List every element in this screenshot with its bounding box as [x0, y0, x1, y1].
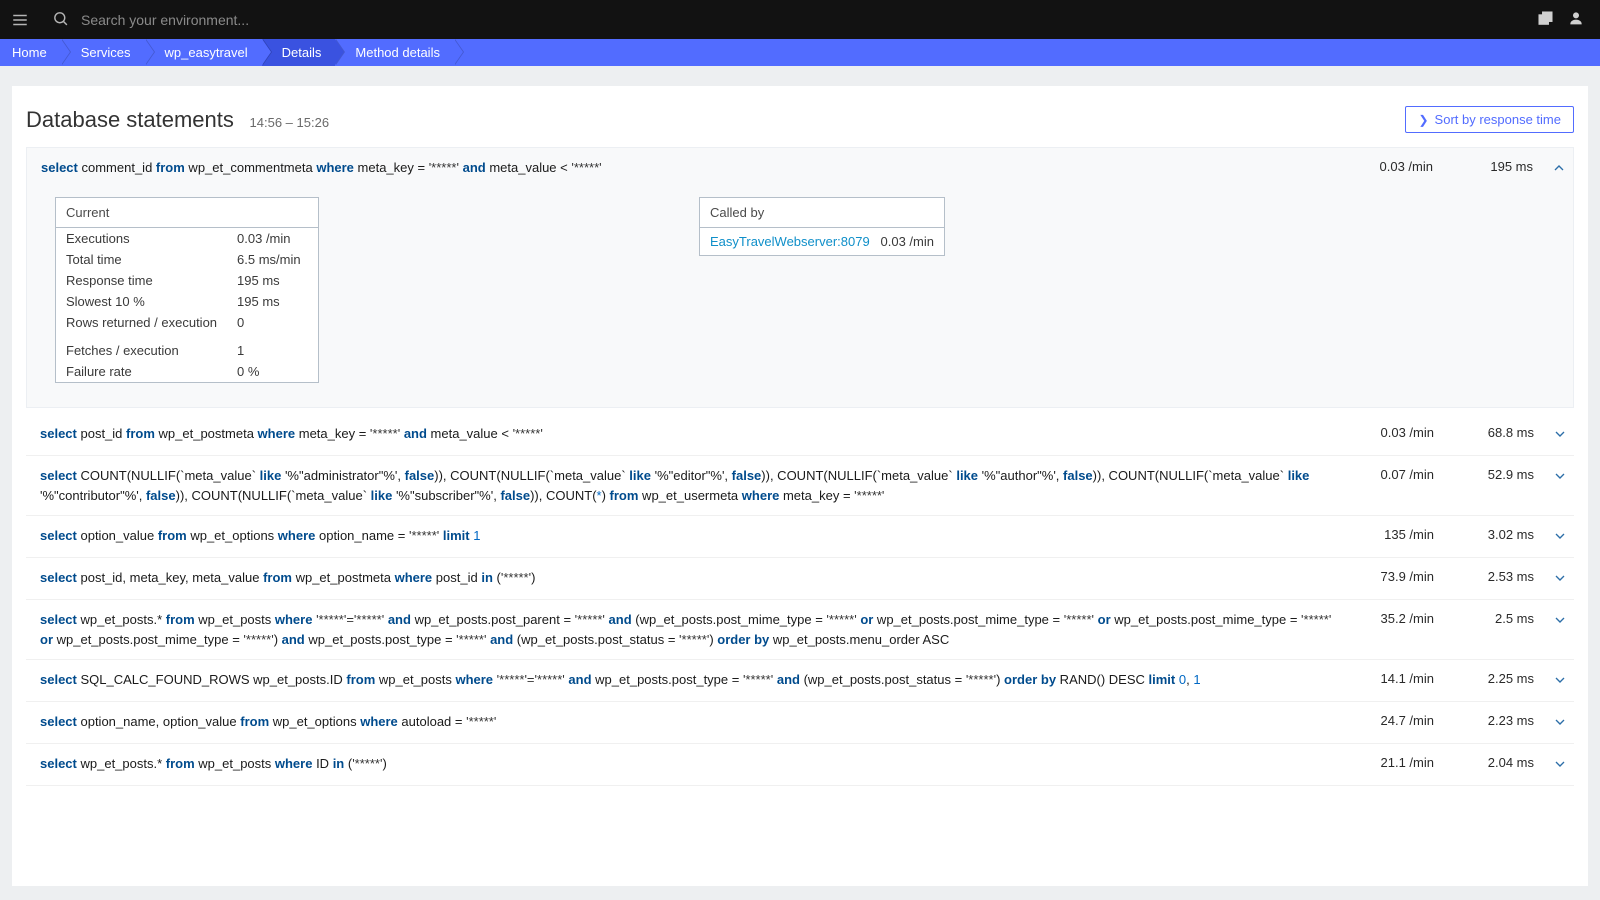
exec-rate: 73.9 /min — [1334, 568, 1434, 584]
chevron-down-icon[interactable] — [1534, 424, 1568, 445]
sql-text: select post_id, meta_key, meta_value fro… — [40, 568, 1334, 588]
statement-row: select comment_id from wp_et_commentmeta… — [26, 147, 1574, 408]
statement-row: select post_id from wp_et_postmeta where… — [26, 414, 1574, 456]
search-input[interactable] — [81, 12, 481, 28]
chevron-down-icon[interactable] — [1534, 754, 1568, 775]
chevron-up-icon[interactable] — [1533, 158, 1567, 179]
response-time: 2.23 ms — [1434, 712, 1534, 728]
time-range: 14:56 – 15:26 — [250, 115, 330, 130]
chevron-down-icon[interactable] — [1534, 610, 1568, 631]
chevron-down-icon[interactable] — [1534, 526, 1568, 547]
exec-rate: 0.07 /min — [1334, 466, 1434, 482]
statement-row: select SQL_CALC_FOUND_ROWS wp_et_posts.I… — [26, 660, 1574, 702]
page-title: Database statements — [26, 107, 234, 132]
main-panel: Database statements 14:56 – 15:26 ❯ Sort… — [12, 86, 1588, 886]
exec-rate: 0.03 /min — [1333, 158, 1433, 174]
caller-link[interactable]: EasyTravelWebserver:8079 — [710, 234, 870, 249]
exec-rate: 21.1 /min — [1334, 754, 1434, 770]
menu-icon[interactable] — [8, 8, 32, 32]
sql-text: select comment_id from wp_et_commentmeta… — [41, 158, 1333, 178]
statement-row: select wp_et_posts.* from wp_et_posts wh… — [26, 600, 1574, 660]
exec-rate: 135 /min — [1334, 526, 1434, 542]
metric-row: Failure rate0 % — [56, 361, 311, 382]
metric-row: Response time195 ms — [56, 270, 311, 291]
metric-row: Rows returned / execution0 — [56, 312, 311, 333]
response-time: 195 ms — [1433, 158, 1533, 174]
statement-row: select wp_et_posts.* from wp_et_posts wh… — [26, 744, 1574, 786]
metric-row: Total time6.5 ms/min — [56, 249, 311, 270]
chevron-down-icon[interactable] — [1534, 712, 1568, 733]
statement-row: select option_name, option_value from wp… — [26, 702, 1574, 744]
top-bar — [0, 0, 1600, 39]
metric-row: Executions0.03 /min — [56, 228, 311, 249]
breadcrumb-item[interactable]: Details — [262, 39, 336, 66]
statement-row: select option_value from wp_et_options w… — [26, 516, 1574, 558]
response-time: 52.9 ms — [1434, 466, 1534, 482]
sql-text: select SQL_CALC_FOUND_ROWS wp_et_posts.I… — [40, 670, 1334, 690]
response-time: 2.04 ms — [1434, 754, 1534, 770]
exec-rate: 24.7 /min — [1334, 712, 1434, 728]
sql-text: select option_name, option_value from wp… — [40, 712, 1334, 732]
exec-rate: 35.2 /min — [1334, 610, 1434, 626]
breadcrumb: HomeServiceswp_easytravelDetailsMethod d… — [0, 39, 1600, 66]
sort-button-label: Sort by response time — [1435, 112, 1561, 127]
response-time: 2.25 ms — [1434, 670, 1534, 686]
breadcrumb-item[interactable]: Services — [61, 39, 145, 66]
breadcrumb-item[interactable]: Method details — [335, 39, 454, 66]
sql-text: select wp_et_posts.* from wp_et_posts wh… — [40, 754, 1334, 774]
sql-text: select COUNT(NULLIF(`meta_value` like '%… — [40, 466, 1334, 505]
sql-text: select option_value from wp_et_options w… — [40, 526, 1334, 546]
metric-row: Fetches / execution1 — [56, 333, 311, 361]
sql-text: select post_id from wp_et_postmeta where… — [40, 424, 1334, 444]
chevron-right-icon: ❯ — [1418, 113, 1428, 127]
exec-rate: 14.1 /min — [1334, 670, 1434, 686]
response-time: 2.53 ms — [1434, 568, 1534, 584]
breadcrumb-item[interactable]: Home — [0, 39, 61, 66]
caller-rate: 0.03 /min — [881, 234, 934, 249]
box-title: Called by — [700, 198, 944, 228]
chevron-down-icon[interactable] — [1534, 466, 1568, 487]
global-search — [52, 10, 1537, 30]
sql-text: select wp_et_posts.* from wp_et_posts wh… — [40, 610, 1334, 649]
current-metrics-box: CurrentExecutions0.03 /minTotal time6.5 … — [55, 197, 319, 383]
windows-icon[interactable] — [1537, 10, 1554, 30]
response-time: 68.8 ms — [1434, 424, 1534, 440]
response-time: 2.5 ms — [1434, 610, 1534, 626]
user-icon[interactable] — [1568, 10, 1584, 29]
statement-row: select post_id, meta_key, meta_value fro… — [26, 558, 1574, 600]
search-icon — [52, 10, 69, 30]
exec-rate: 0.03 /min — [1334, 424, 1434, 440]
box-title: Current — [56, 198, 318, 228]
called-by-box: Called by EasyTravelWebserver:8079 0.03 /m… — [699, 197, 945, 256]
chevron-down-icon[interactable] — [1534, 670, 1568, 691]
sort-button[interactable]: ❯ Sort by response time — [1405, 106, 1574, 133]
breadcrumb-item[interactable]: wp_easytravel — [145, 39, 262, 66]
chevron-down-icon[interactable] — [1534, 568, 1568, 589]
statement-row: select COUNT(NULLIF(`meta_value` like '%… — [26, 456, 1574, 516]
metric-row: Slowest 10 %195 ms — [56, 291, 311, 312]
statement-details: CurrentExecutions0.03 /minTotal time6.5 … — [27, 179, 1573, 407]
response-time: 3.02 ms — [1434, 526, 1534, 542]
